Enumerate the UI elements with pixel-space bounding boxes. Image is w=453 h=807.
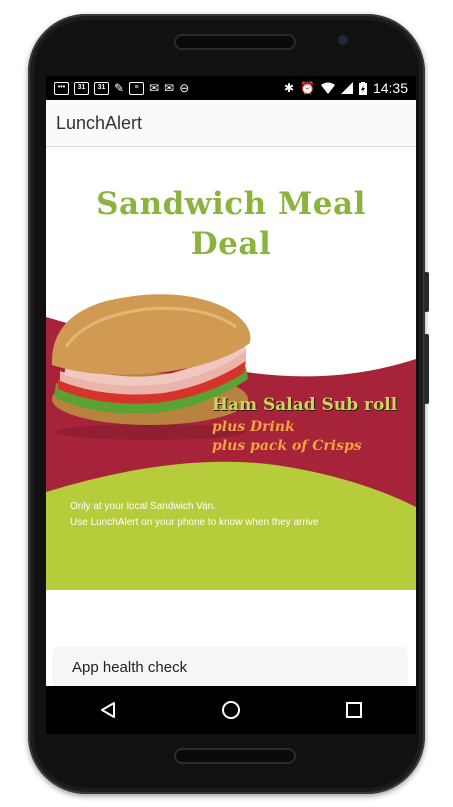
power-button [424,272,429,312]
promo-banner: Sandwich Meal Deal Ham Salad Sub roll pl… [46,147,416,590]
notes-icon: ≡ [129,81,145,95]
home-button[interactable] [211,690,251,730]
offer-extra-drink: plus Drink [212,419,295,435]
earpiece-speaker [176,36,294,48]
navigation-bar [46,686,416,734]
phone-screen: ••• 31 31 ✎ ≡ ✉ ✉ ⊖ ✱ ⏰ 14:35 LunchAlert [46,76,416,734]
recents-button[interactable] [334,690,374,730]
recents-icon [346,702,363,718]
sync-icon: ⊖ [179,81,190,95]
battery-charging-icon [358,81,367,95]
alarm-icon: ⏰ [300,81,315,95]
gmail-icon: ✉ [164,81,175,95]
status-bar: ••• 31 31 ✎ ≡ ✉ ✉ ⊖ ✱ ⏰ 14:35 [46,76,416,100]
headline-line-1: Sandwich Meal [96,186,366,222]
more-icon: ••• [54,81,69,95]
clock: 14:35 [372,80,408,96]
headline: Sandwich Meal Deal [46,184,416,264]
bluetooth-icon: ✱ [283,81,294,95]
headline-line-2: Deal [190,226,272,262]
calendar-icon: 31 [74,81,89,95]
offer-main-item: Ham Salad Sub roll [212,395,398,415]
bottom-speaker [176,750,294,762]
calendar-icon: 31 [94,81,109,95]
promo-note-line-2: Use LunchAlert on your phone to know whe… [70,517,319,528]
app-health-check-label: App health check [72,659,188,676]
back-icon [100,702,115,718]
gmail-icon: ✉ [149,81,160,95]
volume-button [424,334,429,404]
main-content[interactable]: Sandwich Meal Deal Ham Salad Sub roll pl… [46,147,416,691]
back-button[interactable] [88,690,128,730]
promo-note-line-1: Only at your local Sandwich Van. [70,501,217,512]
app-title: LunchAlert [56,113,143,133]
app-health-check-card[interactable]: App health check [54,647,406,687]
front-camera [338,35,348,45]
home-icon [221,701,240,719]
offer-extra-crisps: plus pack of Crisps [212,438,362,454]
tools-icon: ✎ [114,81,125,95]
wifi-icon [320,82,335,94]
signal-icon [340,82,353,94]
app-bar: LunchAlert [46,100,416,147]
